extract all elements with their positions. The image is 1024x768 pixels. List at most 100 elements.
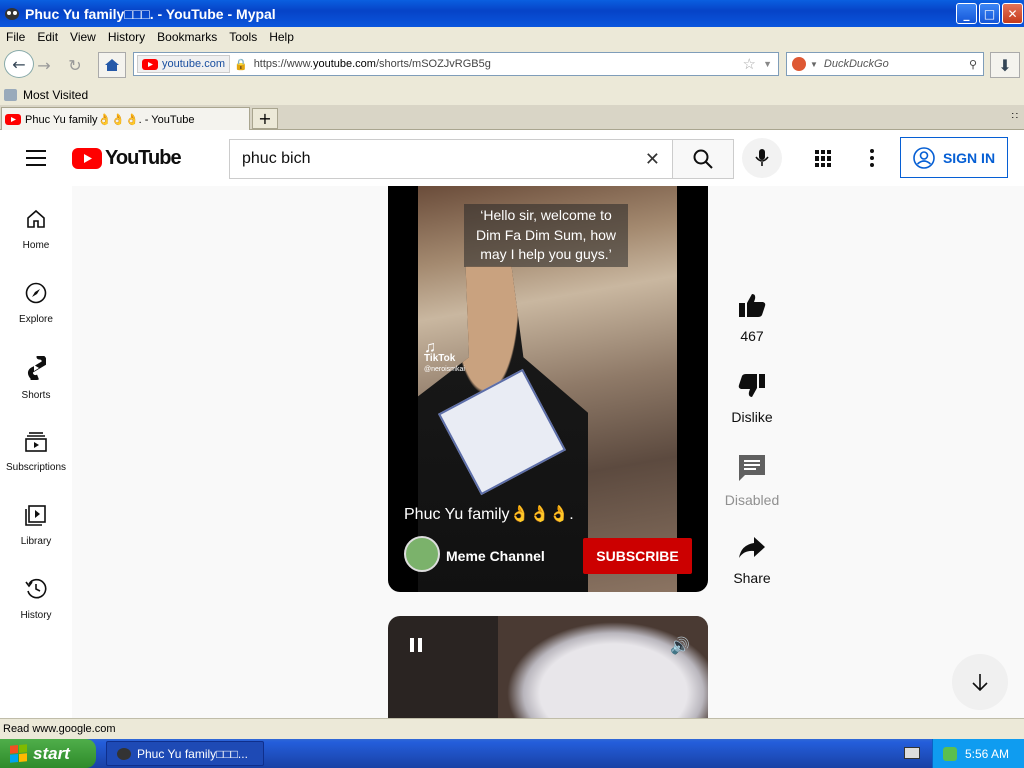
menu-view[interactable]: View (64, 30, 102, 44)
clear-search-icon[interactable]: ✕ (645, 149, 660, 170)
sidebar-item-library[interactable]: Library (0, 482, 72, 556)
network-icon[interactable] (943, 746, 957, 761)
clock[interactable]: 5:56 AM (965, 747, 1009, 761)
back-arrow-icon: ← (12, 54, 26, 74)
plus-icon: + (258, 109, 272, 128)
sidebar-label-history: History (20, 610, 52, 621)
reload-button[interactable]: ↻ (62, 52, 88, 78)
history-icon (25, 578, 47, 599)
subscribe-button[interactable]: SUBSCRIBE (583, 538, 692, 574)
sidebar-label-home: Home (22, 240, 50, 251)
url-dropdown-icon[interactable]: ▼ (763, 59, 772, 69)
video-thumbnail-image (498, 616, 708, 718)
status-bar: Read www.google.com (0, 718, 1024, 739)
url-bar[interactable]: youtube.com 🔒 https://www.youtube.com/sh… (133, 52, 779, 76)
menu-tools[interactable]: Tools (223, 30, 263, 44)
home-button[interactable] (98, 52, 126, 78)
magnifier-icon (693, 149, 713, 169)
back-button[interactable]: ← (4, 50, 34, 78)
sidebar-item-subscriptions[interactable]: Subscriptions (0, 408, 72, 482)
sidebar-item-shorts[interactable]: Shorts (0, 334, 72, 408)
apps-grid-icon[interactable] (815, 150, 832, 167)
tiktok-label: TikTok (424, 353, 456, 364)
sign-in-button[interactable]: SIGN IN (900, 137, 1008, 178)
minimize-button[interactable]: _ (956, 3, 977, 24)
start-button[interactable]: start (0, 739, 96, 768)
microphone-icon (755, 149, 769, 166)
windows-logo-icon (10, 744, 27, 763)
search-engine-dropdown-icon[interactable]: ▼ (810, 60, 818, 69)
menu-file[interactable]: File (0, 30, 31, 44)
thumbs-down-icon (738, 374, 765, 397)
navigation-toolbar: ← → ↻ youtube.com 🔒 https://www.youtube.… (0, 46, 1024, 84)
menu-edit[interactable]: Edit (31, 30, 64, 44)
menu-bookmarks[interactable]: Bookmarks (151, 30, 223, 44)
home-icon (27, 209, 45, 228)
youtube-search-input[interactable]: phuc bich ✕ (229, 139, 673, 179)
tab-strip: Phuc Yu family👌👌👌. - YouTube + ∷ (0, 105, 1024, 131)
youtube-logo[interactable]: YouTube (72, 147, 182, 170)
url-domain: youtube.com (312, 58, 376, 70)
sidebar-item-history[interactable]: History (0, 556, 72, 630)
next-short-video[interactable]: 🔊 (388, 616, 708, 718)
search-placeholder: DuckDuckGo (823, 58, 889, 70)
tiktok-watermark: ♫ TikTok @neroismkai (424, 339, 465, 375)
short-title: Phuc Yu family👌👌👌. (404, 506, 574, 523)
sign-in-label: SIGN IN (942, 149, 996, 166)
user-avatar-icon (913, 146, 935, 169)
menu-help[interactable]: Help (263, 30, 300, 44)
tiktok-icon: ♫ (424, 339, 436, 356)
taskbar-window-button[interactable]: Phuc Yu family□□□... (106, 741, 264, 766)
hamburger-menu-icon[interactable] (26, 150, 46, 166)
channel-name[interactable]: Meme Channel (446, 548, 545, 564)
mypal-app-icon (4, 6, 20, 22)
search-icon[interactable]: ⚲ (969, 58, 977, 71)
system-tray: 5:56 AM (932, 739, 1024, 768)
window-title: Phuc Yu family□□□. - YouTube - Mypal (25, 5, 276, 22)
start-label: start (33, 743, 70, 763)
library-icon (25, 505, 46, 526)
search-query: phuc bich (242, 150, 311, 167)
forward-button[interactable]: → (34, 52, 54, 78)
bookmark-star-icon[interactable]: ☆ (743, 55, 756, 73)
maximize-button[interactable]: □ (979, 3, 1000, 24)
overflow-icon[interactable]: ∷ (1012, 111, 1018, 122)
new-tab-button[interactable]: + (252, 108, 278, 129)
menu-history[interactable]: History (102, 30, 151, 44)
youtube-sidebar: Home Explore Shorts Subscriptions Librar… (0, 186, 72, 718)
more-options-icon[interactable] (869, 149, 874, 167)
close-button[interactable]: ✕ (1002, 3, 1023, 24)
volume-icon[interactable]: 🔊 (670, 636, 690, 656)
like-button[interactable]: 467 (720, 292, 784, 344)
youtube-search-button[interactable] (672, 139, 734, 179)
next-video-button[interactable] (952, 654, 1008, 710)
tab-active[interactable]: Phuc Yu family👌👌👌. - YouTube (1, 107, 250, 131)
youtube-favicon-icon (142, 58, 158, 70)
voice-search-button[interactable] (742, 138, 782, 178)
video-caption: ‘Hello sir, welcome to Dim Fa Dim Sum, h… (464, 204, 628, 267)
tiktok-username: @neroismkai (424, 366, 465, 373)
pause-icon[interactable] (410, 638, 422, 652)
share-button[interactable]: Share (720, 536, 784, 586)
share-arrow-icon (739, 537, 765, 558)
dislike-button[interactable]: Dislike (720, 373, 784, 425)
comments-button: Disabled (720, 454, 784, 508)
sidebar-item-home[interactable]: Home (0, 186, 72, 260)
mypal-app-icon (117, 747, 131, 760)
comment-icon (739, 455, 765, 481)
channel-avatar[interactable] (404, 536, 440, 572)
dislike-label: Dislike (731, 409, 773, 425)
keyboard-icon[interactable] (904, 747, 920, 759)
compass-icon (25, 282, 47, 304)
bookmark-folder-icon (4, 88, 17, 101)
downloads-button[interactable]: ⬇ (990, 52, 1020, 78)
short-video-player[interactable]: ‘Hello sir, welcome to Dim Fa Dim Sum, h… (388, 186, 708, 592)
most-visited-link[interactable]: Most Visited (23, 88, 88, 102)
home-icon (105, 59, 119, 71)
site-identity[interactable]: youtube.com (137, 55, 230, 73)
youtube-favicon-icon (5, 114, 21, 125)
sidebar-item-explore[interactable]: Explore (0, 260, 72, 334)
url-prefix: https://www. (253, 58, 313, 70)
url-path: /shorts/mSOZJvRGB5g (375, 58, 491, 70)
search-bar[interactable]: ▼ DuckDuckGo ⚲ (786, 52, 984, 76)
